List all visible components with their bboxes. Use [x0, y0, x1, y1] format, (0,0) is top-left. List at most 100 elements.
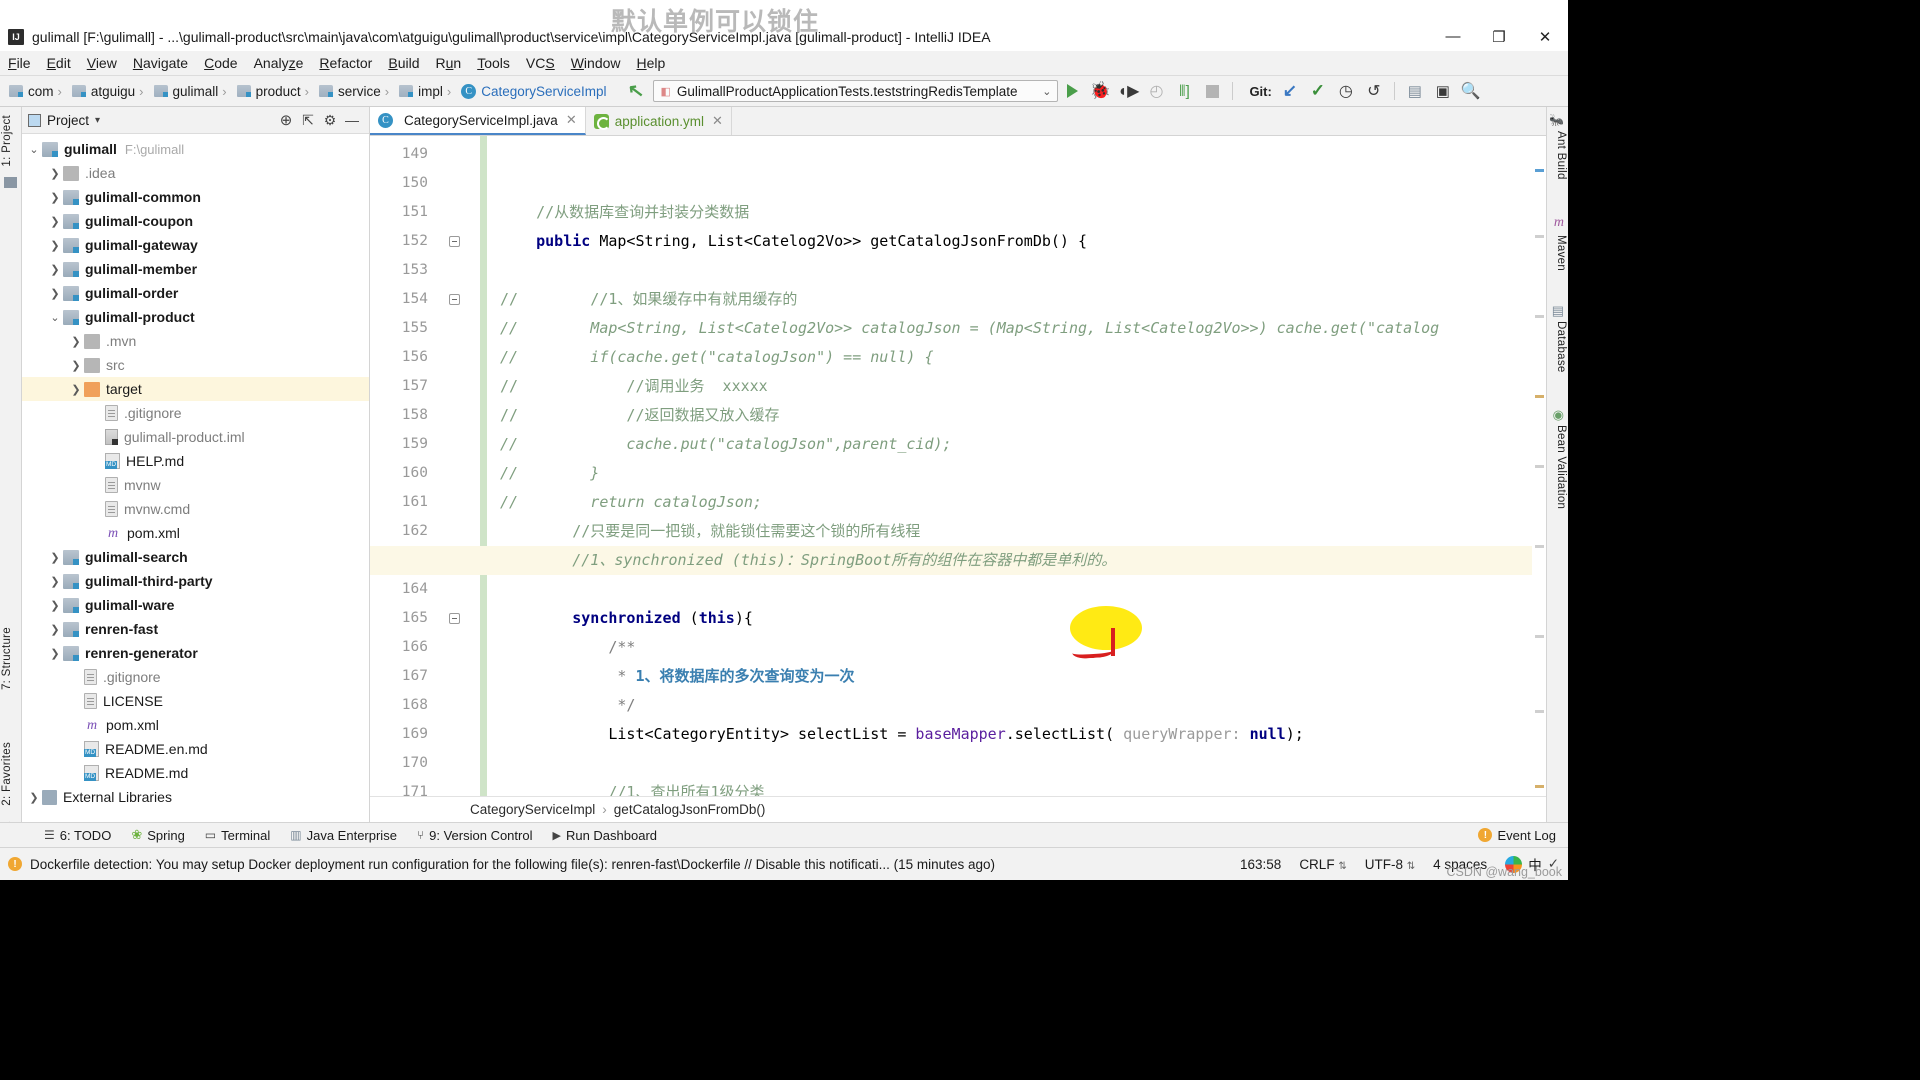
- tree-node-gulimall-member[interactable]: ❯ gulimall-member: [22, 257, 369, 281]
- menu-item-code[interactable]: Code: [196, 52, 245, 74]
- tree-node--gitignore[interactable]: .gitignore: [22, 665, 369, 689]
- editor-marker[interactable]: [1535, 635, 1544, 638]
- settings-gear-icon[interactable]: ⚙: [319, 109, 341, 131]
- bottom-item-spring[interactable]: ❀ Spring: [121, 827, 194, 843]
- run-with-coverage-button[interactable]: ◖▶: [1114, 78, 1142, 104]
- code-line[interactable]: // //调用业务 xxxxx: [500, 372, 768, 401]
- chevron-right-icon[interactable]: ❯: [47, 167, 63, 180]
- file-encoding[interactable]: UTF-8 ⇅: [1356, 857, 1424, 872]
- code-editor[interactable]: 149 150 151 152 153 154 155 156 157 158 159 160 161 1…: [370, 136, 1546, 796]
- close-button[interactable]: ✕: [1522, 22, 1568, 51]
- breadcrumb-atguigu[interactable]: atguigu ›: [69, 84, 151, 99]
- menu-item-run[interactable]: Run: [428, 52, 470, 74]
- tree-node-gulimall-product-iml[interactable]: gulimall-product.iml: [22, 425, 369, 449]
- status-message[interactable]: Dockerfile detection: You may setup Dock…: [22, 857, 995, 872]
- tree-node-gulimall-common[interactable]: ❯ gulimall-common: [22, 185, 369, 209]
- chevron-right-icon[interactable]: ❯: [47, 551, 63, 564]
- tool-window-database[interactable]: Database: [1555, 321, 1567, 373]
- chevron-right-icon[interactable]: ❯: [68, 383, 84, 396]
- code-line[interactable]: //只要是同一把锁，就能锁住需要这个锁的所有线程: [500, 517, 920, 546]
- tree-node-src[interactable]: ❯ src: [22, 353, 369, 377]
- code-fold-toggle[interactable]: [449, 613, 460, 624]
- tree-node--gitignore[interactable]: .gitignore: [22, 401, 369, 425]
- collapse-all-icon[interactable]: ⇱: [297, 109, 319, 131]
- editor-marker[interactable]: [1535, 169, 1544, 172]
- tool-window-ant-build[interactable]: Ant Build: [1555, 131, 1567, 180]
- editor-marker[interactable]: [1535, 465, 1544, 468]
- attach-debugger-button[interactable]: ⦀]: [1170, 78, 1198, 104]
- code-line[interactable]: // }: [500, 459, 599, 488]
- tree-node--idea[interactable]: ❯ .idea: [22, 161, 369, 185]
- editor-marker[interactable]: [1535, 235, 1544, 238]
- chevron-down-icon[interactable]: ⌄: [47, 311, 63, 324]
- code-line[interactable]: // return catalogJson;: [500, 488, 762, 517]
- tree-node--mvn[interactable]: ❯ .mvn: [22, 329, 369, 353]
- make-project-icon[interactable]: ↖: [626, 79, 645, 104]
- tree-node-external-libraries[interactable]: ❯ External Libraries: [22, 785, 369, 809]
- tree-node-pom-xml[interactable]: m pom.xml: [22, 521, 369, 545]
- code-fold-toggle[interactable]: [449, 294, 460, 305]
- tree-node-mvnw[interactable]: mvnw: [22, 473, 369, 497]
- menu-item-help[interactable]: Help: [629, 52, 674, 74]
- tree-node-gulimall-order[interactable]: ❯ gulimall-order: [22, 281, 369, 305]
- breadcrumb-product[interactable]: product ›: [234, 84, 316, 99]
- tree-node-renren-generator[interactable]: ❯ renren-generator: [22, 641, 369, 665]
- chevron-right-icon[interactable]: ❯: [47, 263, 63, 276]
- editor-gutter[interactable]: 149 150 151 152 153 154 155 156 157 158 159 160 161 1…: [370, 136, 490, 796]
- close-icon[interactable]: ✕: [712, 113, 723, 129]
- code-line[interactable]: // //1、如果缓存中有就用缓存的: [500, 285, 797, 314]
- tree-node-gulimall-coupon[interactable]: ❯ gulimall-coupon: [22, 209, 369, 233]
- tree-node-help-md[interactable]: HELP.md: [22, 449, 369, 473]
- tree-node-gulimall-gateway[interactable]: ❯ gulimall-gateway: [22, 233, 369, 257]
- tool-window-structure[interactable]: 7: Structure: [1, 627, 13, 690]
- tree-node-gulimall-ware[interactable]: ❯ gulimall-ware: [22, 593, 369, 617]
- menu-item-vcs[interactable]: VCS: [518, 52, 563, 74]
- minimize-button[interactable]: —: [1430, 22, 1476, 51]
- breadcrumb-impl[interactable]: impl ›: [396, 84, 458, 99]
- editor-marker[interactable]: [1535, 710, 1544, 713]
- tool-window-project[interactable]: 1: Project: [1, 115, 13, 167]
- chevron-down-icon[interactable]: ▾: [95, 115, 100, 126]
- chevron-right-icon[interactable]: ❯: [47, 623, 63, 636]
- code-line[interactable]: // //返回数据又放入缓存: [500, 401, 780, 430]
- code-fold-toggle[interactable]: [449, 236, 460, 247]
- select-run-window-button[interactable]: ▣: [1429, 78, 1457, 104]
- search-everywhere-button[interactable]: 🔍: [1457, 78, 1485, 104]
- tree-node-mvnw-cmd[interactable]: mvnw.cmd: [22, 497, 369, 521]
- bottom-item-todo[interactable]: ☰ 6: TODO: [34, 828, 121, 843]
- tool-window-bean-validation[interactable]: Bean Validation: [1555, 425, 1567, 509]
- maximize-button[interactable]: ❐: [1476, 22, 1522, 51]
- tree-node-readme-md[interactable]: README.md: [22, 761, 369, 785]
- chevron-right-icon[interactable]: ❯: [68, 359, 84, 372]
- tree-node-gulimall-search[interactable]: ❯ gulimall-search: [22, 545, 369, 569]
- tree-node-readme-en-md[interactable]: README.en.md: [22, 737, 369, 761]
- breadcrumb-com[interactable]: com ›: [6, 84, 69, 99]
- tree-node-gulimall[interactable]: ⌄ gulimall F:\gulimall: [22, 137, 369, 161]
- bottom-item-terminal[interactable]: ▭ Terminal: [195, 828, 280, 843]
- breadcrumb-gulimall[interactable]: gulimall ›: [151, 84, 234, 99]
- menu-item-analyze[interactable]: Analyze: [246, 52, 312, 74]
- caret-position[interactable]: 163:58: [1231, 857, 1290, 872]
- tab-application-yml[interactable]: application.yml ✕: [585, 107, 732, 135]
- code-line[interactable]: // if(cache.get("catalogJson") == null) …: [500, 343, 933, 372]
- run-button[interactable]: [1058, 78, 1086, 104]
- git-commit-button[interactable]: ✓: [1304, 78, 1332, 104]
- menu-item-build[interactable]: Build: [380, 52, 427, 74]
- project-structure-button[interactable]: ▤: [1401, 78, 1429, 104]
- tool-window-maven[interactable]: Maven: [1555, 235, 1567, 271]
- code-line[interactable]: public Map<String, List<Catelog2Vo>> get…: [500, 227, 1087, 256]
- code-line[interactable]: //1、synchronized (this)：SpringBoot所有的组件在…: [500, 546, 1116, 575]
- code-line[interactable]: */: [500, 691, 635, 720]
- line-separator[interactable]: CRLF ⇅: [1290, 857, 1355, 872]
- editor-marker[interactable]: [1535, 315, 1544, 318]
- chevron-right-icon[interactable]: ❯: [47, 287, 63, 300]
- chevron-down-icon[interactable]: ⌄: [1042, 85, 1051, 98]
- tree-node-target[interactable]: ❯ target: [22, 377, 369, 401]
- menu-item-edit[interactable]: Edit: [39, 52, 79, 74]
- menu-item-file[interactable]: File: [0, 52, 39, 74]
- tree-node-renren-fast[interactable]: ❯ renren-fast: [22, 617, 369, 641]
- scroll-from-source-icon[interactable]: ⊕: [275, 109, 297, 131]
- editor-marker[interactable]: [1535, 545, 1544, 548]
- editor-marker-column[interactable]: [1532, 165, 1546, 788]
- bottom-item-version-control[interactable]: ⑂ 9: Version Control: [407, 828, 543, 843]
